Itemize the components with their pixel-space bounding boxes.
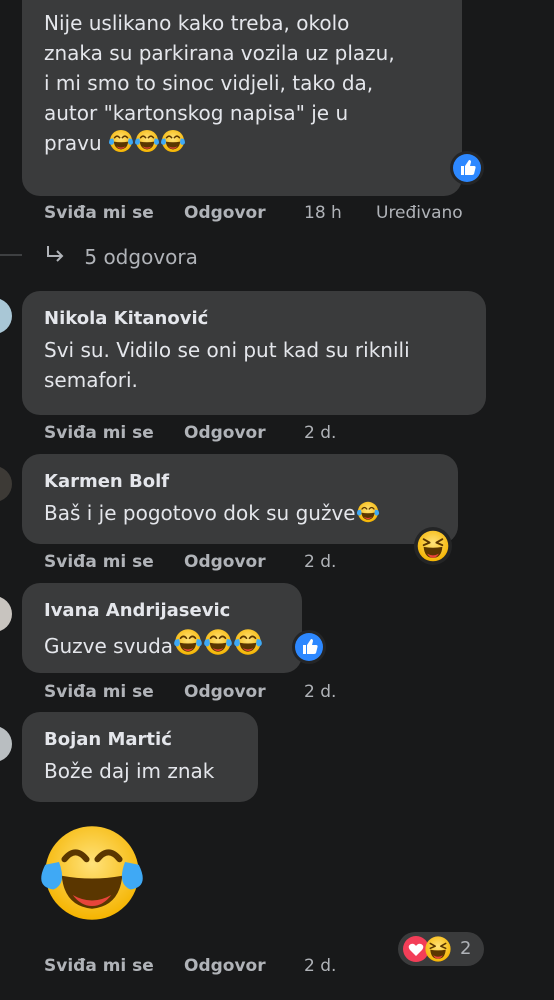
laughing-crying-emoji-icon [160, 128, 186, 154]
reply-button[interactable]: Odgovor [184, 552, 266, 572]
comment-bubble: Nikola Kitanović Svi su. Vidilo se oni p… [22, 291, 486, 415]
reply-button[interactable]: Odgovor [184, 423, 266, 443]
reply-button[interactable]: Odgovor [184, 682, 266, 702]
view-replies-link[interactable]: 5 odgovora [44, 244, 198, 269]
comment-text-fragment: Baš i je pogotovo dok su gužve [44, 501, 356, 525]
laughing-crying-emoji-icon [173, 627, 203, 657]
comment-text: Bože daj im znak [44, 756, 214, 786]
avatar[interactable] [0, 298, 12, 334]
laughing-crying-emoji-icon [356, 500, 380, 524]
avatar[interactable] [0, 596, 12, 632]
comment-text: Nije uslikano kako treba, okolo znaka su… [44, 8, 395, 158]
comment-text-line: Nije uslikano kako treba, okolo [44, 11, 350, 35]
comment-text-fragment: Guzve svuda [44, 634, 174, 658]
comment-bubble: Karmen Bolf Baš i je pogotovo dok su guž… [22, 454, 458, 544]
thumbs-up-icon [295, 633, 323, 661]
comment-text: Baš i je pogotovo dok su gužve [44, 498, 380, 528]
comment-text-line: Svi su. Vidilo se oni put kad su riknili [44, 338, 410, 362]
comment-timestamp[interactable]: 18 h [304, 203, 342, 223]
thread-line [0, 254, 22, 256]
comment-text-line: semafori. [44, 368, 138, 392]
laughing-crying-emoji-icon [203, 627, 233, 657]
comment-text-line: pravu [44, 128, 395, 158]
reply-arrow-icon [44, 244, 70, 269]
comment-actions: Sviđa mi se Odgovor 2 d. [44, 423, 444, 445]
laughing-crying-emoji-icon [108, 128, 134, 154]
like-button[interactable]: Sviđa mi se [44, 956, 154, 976]
like-button[interactable]: Sviđa mi se [44, 682, 154, 702]
reply-button[interactable]: Odgovor [184, 956, 266, 976]
like-button[interactable]: Sviđa mi se [44, 423, 154, 443]
comment-text-line: i mi smo to sinoc vidjeli, tako da, [44, 71, 374, 95]
comment-text: Svi su. Vidilo se oni put kad su riknili… [44, 335, 410, 395]
comment-actions: Sviđa mi se Odgovor 18 h Uređivano [44, 203, 544, 225]
comment-actions: Sviđa mi se Odgovor 2 d. [44, 682, 444, 704]
reply-button[interactable]: Odgovor [184, 203, 266, 223]
comment-timestamp[interactable]: 2 d. [304, 956, 336, 976]
comment-text-fragment: pravu [44, 131, 102, 155]
comment-timestamp[interactable]: 2 d. [304, 423, 336, 443]
comment-bubble: Bojan Martić Bože daj im znak [22, 712, 258, 802]
view-replies-label: 5 odgovora [84, 245, 198, 269]
comment-actions: Sviđa mi se Odgovor 2 d. [44, 552, 444, 574]
thumbs-up-icon [453, 154, 481, 182]
comment-bubble: Nije uslikano kako treba, okolo znaka su… [22, 0, 462, 196]
edited-label: Uređivano [376, 203, 463, 223]
laughing-crying-emoji-icon [233, 627, 263, 657]
comment-text-line: znaka su parkirana vozila uz plazu, [44, 41, 395, 65]
comment-text: Guzve svuda [44, 627, 263, 661]
large-laughing-crying-emoji [30, 818, 154, 928]
reaction-count: 2 [460, 938, 472, 959]
reaction-badge[interactable] [292, 630, 326, 664]
comment-bubble: Ivana Andrijasevic Guzve svuda [22, 583, 302, 673]
reaction-badge[interactable] [450, 151, 484, 185]
comment-text-fragment: Bože daj im znak [44, 759, 215, 783]
laughing-crying-emoji-icon [134, 128, 160, 154]
like-button[interactable]: Sviđa mi se [44, 203, 154, 223]
avatar[interactable] [0, 466, 12, 502]
avatar[interactable] [0, 726, 12, 762]
comment-author[interactable]: Nikola Kitanović [44, 307, 208, 331]
comment-author[interactable]: Ivana Andrijasevic [44, 599, 230, 623]
like-button[interactable]: Sviđa mi se [44, 552, 154, 572]
comment-timestamp[interactable]: 2 d. [304, 682, 336, 702]
comment-actions: Sviđa mi se Odgovor 2 d. [44, 956, 444, 978]
comment-timestamp[interactable]: 2 d. [304, 552, 336, 572]
comment-author[interactable]: Bojan Martić [44, 728, 172, 752]
comment-text-line: autor "kartonskog napisa" je u [44, 101, 349, 125]
comment-author[interactable]: Karmen Bolf [44, 470, 169, 494]
